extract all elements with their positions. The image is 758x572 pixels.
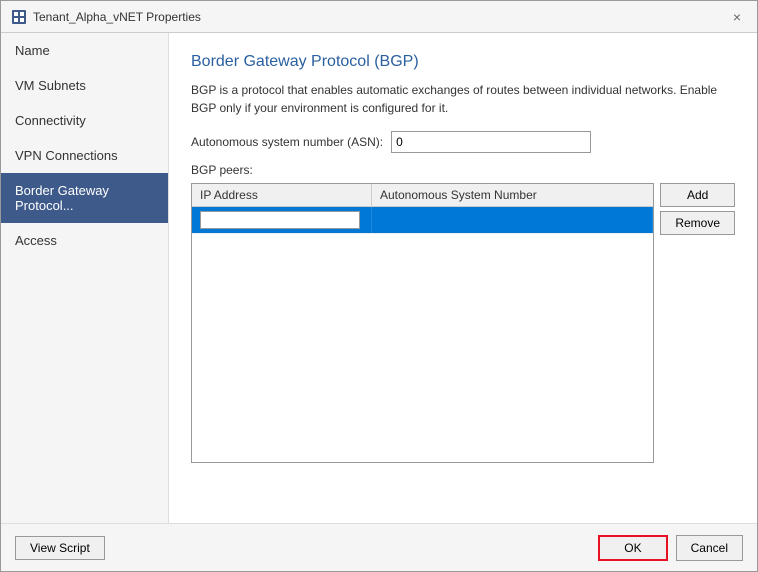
peers-area: IP Address Autonomous System Number Ad — [191, 183, 735, 463]
cancel-button[interactable]: Cancel — [676, 535, 743, 561]
view-script-button[interactable]: View Script — [15, 536, 105, 560]
main-content: Border Gateway Protocol (BGP) BGP is a p… — [169, 33, 757, 523]
properties-dialog: Tenant_Alpha_vNET Properties × Name VM S… — [0, 0, 758, 572]
dialog-footer: View Script OK Cancel — [1, 523, 757, 571]
table-header: IP Address Autonomous System Number — [192, 184, 653, 207]
sidebar-item-vm-subnets[interactable]: VM Subnets — [1, 68, 168, 103]
footer-right: OK Cancel — [598, 535, 743, 561]
dialog-icon — [11, 9, 27, 25]
asn-input[interactable] — [391, 131, 591, 153]
td-ip — [192, 207, 372, 233]
sidebar-item-access[interactable]: Access — [1, 223, 168, 258]
peers-buttons: Add Remove — [660, 183, 735, 235]
table-body — [192, 207, 653, 459]
ip-input[interactable] — [200, 211, 360, 229]
remove-button[interactable]: Remove — [660, 211, 735, 235]
sidebar-item-name[interactable]: Name — [1, 33, 168, 68]
footer-left: View Script — [15, 536, 105, 560]
ok-button[interactable]: OK — [598, 535, 667, 561]
sidebar-item-connectivity[interactable]: Connectivity — [1, 103, 168, 138]
col-asn: Autonomous System Number — [372, 184, 653, 206]
sidebar: Name VM Subnets Connectivity VPN Connect… — [1, 33, 169, 523]
sidebar-item-vpn-connections[interactable]: VPN Connections — [1, 138, 168, 173]
col-ip-address: IP Address — [192, 184, 372, 206]
dialog-body: Name VM Subnets Connectivity VPN Connect… — [1, 33, 757, 523]
section-title: Border Gateway Protocol (BGP) — [191, 53, 735, 71]
peers-table: IP Address Autonomous System Number — [191, 183, 654, 463]
close-button[interactable]: × — [727, 7, 747, 27]
title-bar: Tenant_Alpha_vNET Properties × — [1, 1, 757, 33]
add-button[interactable]: Add — [660, 183, 735, 207]
bgp-peers-label: BGP peers: — [191, 163, 735, 177]
asn-label: Autonomous system number (ASN): — [191, 135, 383, 149]
title-text: Tenant_Alpha_vNET Properties — [33, 10, 201, 24]
sidebar-item-border-gateway[interactable]: Border Gateway Protocol... — [1, 173, 168, 223]
td-asn — [372, 207, 653, 233]
description: BGP is a protocol that enables automatic… — [191, 81, 735, 117]
table-row[interactable] — [192, 207, 653, 234]
asn-field-row: Autonomous system number (ASN): — [191, 131, 735, 153]
title-bar-left: Tenant_Alpha_vNET Properties — [11, 9, 201, 25]
